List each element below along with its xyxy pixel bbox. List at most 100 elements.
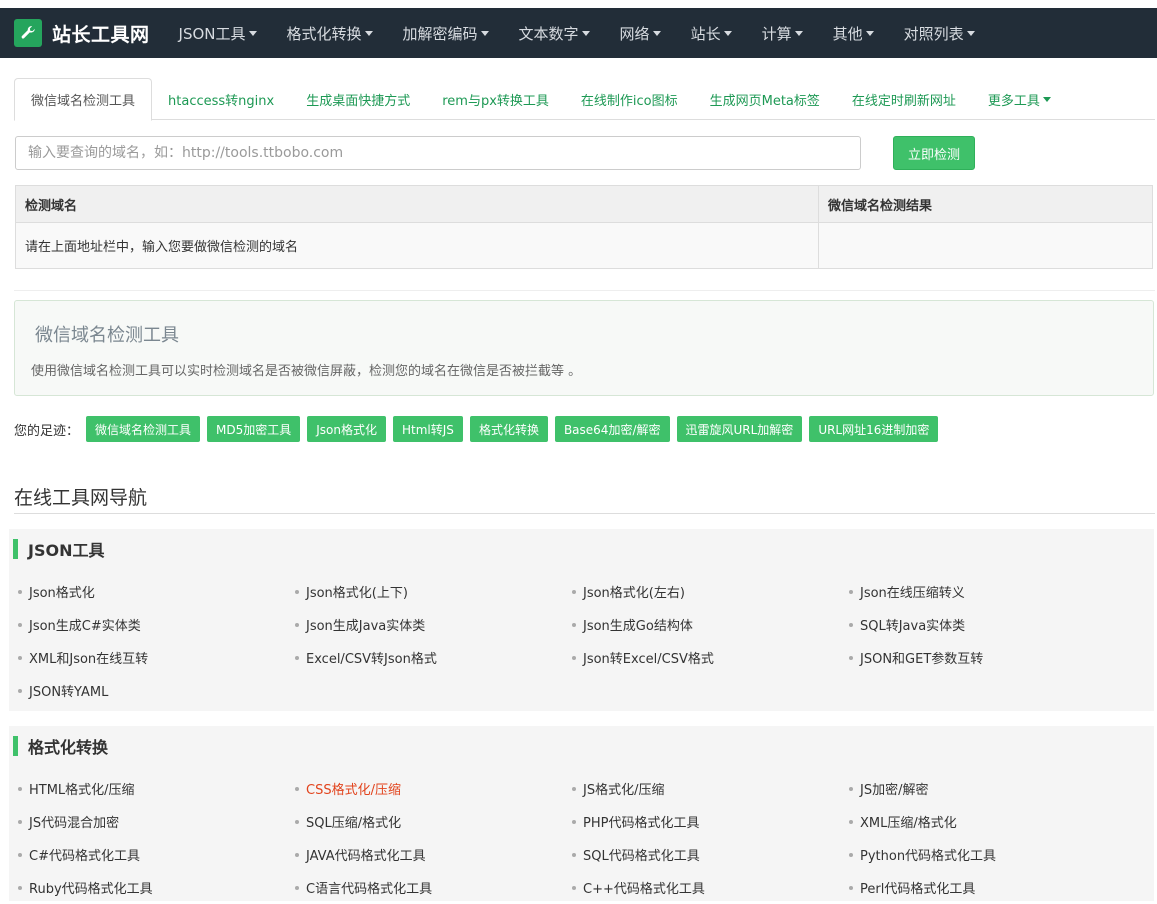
tab-meta-tags[interactable]: 生成网页Meta标签 <box>694 78 836 120</box>
tool-info-panel: 微信域名检测工具 使用微信域名检测工具可以实时检测域名是否被微信屏蔽，检测您的域… <box>14 300 1154 396</box>
tool-link[interactable]: PHP代码格式化工具 <box>572 805 699 838</box>
tool-link[interactable]: JAVA代码格式化工具 <box>295 838 426 871</box>
link-text: Excel/CSV转Json格式 <box>306 652 437 667</box>
nav-encrypt-encode[interactable]: 加解密编码 <box>388 8 504 58</box>
footprint-tag[interactable]: Html转JS <box>393 416 463 442</box>
tool-link[interactable]: SQL压缩/格式化 <box>295 805 401 838</box>
nav-webmaster[interactable]: 站长 <box>676 8 747 58</box>
tool-link[interactable]: Json生成Go结构体 <box>572 608 693 641</box>
tab-auto-refresh[interactable]: 在线定时刷新网址 <box>836 78 972 120</box>
tab-desktop-shortcut[interactable]: 生成桌面快捷方式 <box>290 78 426 120</box>
link-row: XML和Json在线互转 Excel/CSV转Json格式 Json转Excel… <box>9 641 1154 674</box>
tool-link[interactable]: C++代码格式化工具 <box>572 871 705 904</box>
tool-link[interactable]: SQL转Java实体类 <box>849 608 965 641</box>
bullet-icon <box>295 819 299 824</box>
bullet-icon <box>572 852 576 857</box>
caret-down-icon <box>794 30 803 36</box>
brand-title: 站长工具网 <box>52 23 150 46</box>
bullet-icon <box>18 688 22 693</box>
section-title: JSON工具 <box>13 539 104 560</box>
link-text: Python代码格式化工具 <box>860 849 997 864</box>
tool-link[interactable]: C#代码格式化工具 <box>18 838 140 871</box>
link-text: JSON转YAML <box>29 685 109 700</box>
tool-link[interactable]: JS加密/解密 <box>849 772 928 805</box>
bullet-icon <box>849 589 853 594</box>
tool-link[interactable]: Json生成C#实体类 <box>18 608 141 641</box>
tool-link-highlighted[interactable]: CSS格式化/压缩 <box>295 772 401 805</box>
tab-ico-maker[interactable]: 在线制作ico图标 <box>565 78 694 120</box>
link-text: Json生成Java实体类 <box>306 619 426 634</box>
tool-link[interactable]: Json在线压缩转义 <box>849 575 965 608</box>
tab-rem-px[interactable]: rem与px转换工具 <box>426 78 565 120</box>
tab-more-tools[interactable]: 更多工具 <box>972 78 1067 120</box>
footprint-tag[interactable]: 迅雷旋风URL加解密 <box>676 416 803 442</box>
tool-link[interactable]: HTML格式化/压缩 <box>18 772 135 805</box>
footprint-tag[interactable]: URL网址16进制加密 <box>809 416 939 442</box>
link-text: C++代码格式化工具 <box>583 882 705 897</box>
footprint-tag[interactable]: 微信域名检测工具 <box>86 416 201 442</box>
check-now-button[interactable]: 立即检测 <box>893 136 975 170</box>
tool-link[interactable]: C语言代码格式化工具 <box>295 871 432 904</box>
footprint-tag[interactable]: Base64加密/解密 <box>554 416 670 442</box>
tool-link[interactable]: JS格式化/压缩 <box>572 772 664 805</box>
section-title: 格式化转换 <box>13 736 108 757</box>
link-text: XML压缩/格式化 <box>860 816 957 831</box>
link-text: JS代码混合加密 <box>29 816 120 831</box>
tool-nav-heading: 在线工具网导航 <box>14 487 148 509</box>
nav-label: 加解密编码 <box>402 24 478 43</box>
domain-search-input[interactable] <box>15 136 861 170</box>
caret-down-icon <box>652 30 661 36</box>
tool-link[interactable]: XML压缩/格式化 <box>849 805 957 838</box>
nav-text-number[interactable]: 文本数字 <box>504 8 605 58</box>
footprint-tag[interactable]: Json格式化 <box>307 416 387 442</box>
bullet-icon <box>572 786 576 791</box>
section-json-tools: JSON工具 Json格式化 Json格式化(上下) Json格式化(左右) J… <box>9 529 1154 711</box>
tool-link[interactable]: Json格式化 <box>18 575 95 608</box>
link-text: Ruby代码格式化工具 <box>29 882 153 897</box>
link-text: HTML格式化/压缩 <box>29 783 135 798</box>
nav-label: 对照列表 <box>903 24 964 43</box>
tool-link[interactable]: Ruby代码格式化工具 <box>18 871 153 904</box>
link-text: Json转Excel/CSV格式 <box>583 652 714 667</box>
tool-link[interactable]: Json生成Java实体类 <box>295 608 425 641</box>
tool-link[interactable]: SQL代码格式化工具 <box>572 838 700 871</box>
tool-link[interactable]: Perl代码格式化工具 <box>849 871 975 904</box>
nav-calculate[interactable]: 计算 <box>747 8 818 58</box>
tab-wechat-domain-check[interactable]: 微信域名检测工具 <box>14 78 153 121</box>
nav-other[interactable]: 其他 <box>818 8 889 58</box>
tool-link[interactable]: Json格式化(上下) <box>295 575 408 608</box>
caret-down-icon <box>1042 96 1051 102</box>
bullet-icon <box>849 622 853 627</box>
info-title: 微信域名检测工具 <box>35 325 179 346</box>
link-text: SQL压缩/格式化 <box>306 816 402 831</box>
brand[interactable]: 站长工具网 <box>14 19 150 47</box>
nav-comparison-list[interactable]: 对照列表 <box>889 8 990 58</box>
nav-json-tools[interactable]: JSON工具 <box>164 8 272 58</box>
nav-format-convert[interactable]: 格式化转换 <box>272 8 388 58</box>
nav-label: 其他 <box>832 24 863 43</box>
link-text: Json格式化 <box>29 586 95 601</box>
info-description: 使用微信域名检测工具可以实时检测域名是否被微信屏蔽，检测您的域名在微信是否被拦截… <box>31 364 582 379</box>
table-cell-result <box>818 222 1153 269</box>
footprint-tag[interactable]: MD5加密工具 <box>207 416 301 442</box>
tool-link[interactable]: Json转Excel/CSV格式 <box>572 641 714 674</box>
section-format-convert: 格式化转换 HTML格式化/压缩 CSS格式化/压缩 JS格式化/压缩 JS加密… <box>9 726 1154 901</box>
tool-link[interactable]: JSON和GET参数互转 <box>849 641 983 674</box>
tool-link[interactable]: Json格式化(左右) <box>572 575 685 608</box>
tool-link[interactable]: Python代码格式化工具 <box>849 838 996 871</box>
tool-link[interactable]: Excel/CSV转Json格式 <box>295 641 437 674</box>
tool-link[interactable]: JS代码混合加密 <box>18 805 119 838</box>
bullet-icon <box>849 885 853 890</box>
bullet-icon <box>18 852 22 857</box>
tool-tabs: 微信域名检测工具 htaccess转nginx 生成桌面快捷方式 rem与px转… <box>14 78 1155 121</box>
tool-link[interactable]: XML和Json在线互转 <box>18 641 148 674</box>
bullet-icon <box>849 655 853 660</box>
nav-label: 计算 <box>761 24 792 43</box>
result-table: 检测域名 微信域名检测结果 请在上面地址栏中，输入您要做微信检测的域名 <box>15 185 1153 269</box>
tool-link[interactable]: JSON转YAML <box>18 674 108 707</box>
tab-htaccess-nginx[interactable]: htaccess转nginx <box>152 78 290 120</box>
footprint-tag[interactable]: 格式化转换 <box>469 416 548 442</box>
nav-network[interactable]: 网络 <box>605 8 676 58</box>
caret-down-icon <box>364 30 373 36</box>
link-row: C#代码格式化工具 JAVA代码格式化工具 SQL代码格式化工具 Python代… <box>9 838 1154 871</box>
